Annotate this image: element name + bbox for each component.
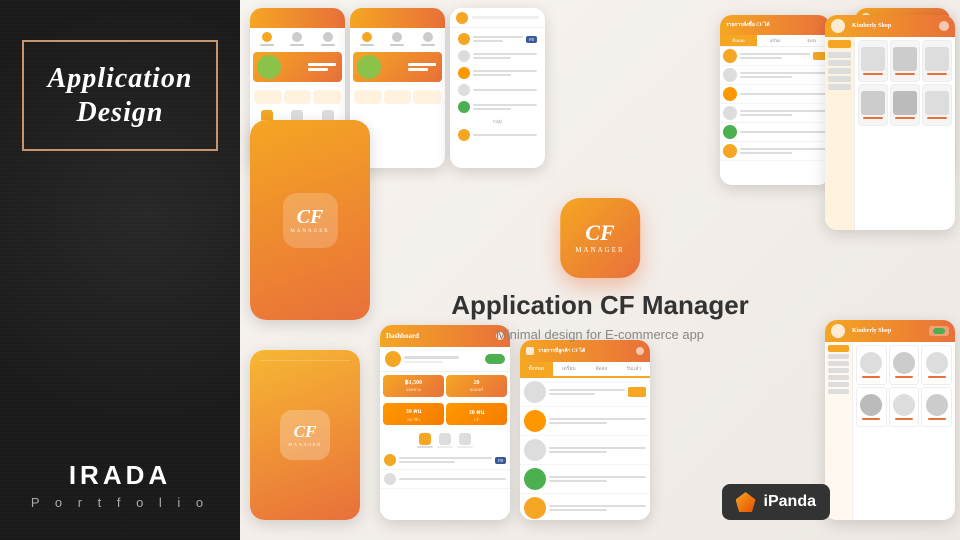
- manager-text: MANAGER: [575, 246, 624, 254]
- right-panel: FB: [240, 0, 960, 540]
- phone-mockup-products: Kimberly Shop: [825, 15, 955, 230]
- portfolio-label: P o r t f o l i o: [31, 495, 209, 510]
- portfolio-section: IRADA P o r t f o l i o: [31, 460, 209, 510]
- left-panel: Application Design IRADA P o r t f o l i…: [0, 0, 240, 540]
- phone-mockup-order: รายการสั่งซื้อ CF ได้ ทั้งหมด เตรียม จัด…: [720, 15, 830, 185]
- portfolio-name: IRADA: [31, 460, 209, 491]
- cf-text: CF: [585, 222, 614, 244]
- phone-mockup-cf-orange2: CF MANAGER: [250, 350, 360, 520]
- phone-mockup-shop: Kimberly Shop: [825, 320, 955, 520]
- ipanda-label: iPanda: [764, 493, 816, 511]
- phone-mockup-cf-large: CF MANAGER: [250, 120, 370, 320]
- phone-mockup-3: FB: [450, 8, 545, 168]
- app-subtitle: Minimal design for E-commerce app: [451, 327, 749, 342]
- center-content: CF MANAGER Application CF Manager Minima…: [451, 198, 749, 342]
- title-box: Application Design: [22, 40, 219, 151]
- phone-mockup-dashboard: Dashboard ฿1,500 ยอดขาย 20 ออเดอร์: [380, 325, 510, 520]
- app-icon: CF MANAGER: [560, 198, 640, 278]
- page-title-line1: Application Design: [48, 62, 193, 129]
- sketch-icon: [736, 492, 756, 512]
- app-main-title: Application CF Manager: [451, 290, 749, 321]
- ipanda-badge: iPanda: [722, 484, 830, 520]
- phone-mockup-report: รายการที่ลูกค้า CF ได้ ทั้งหมด เตรียม จั…: [520, 340, 650, 520]
